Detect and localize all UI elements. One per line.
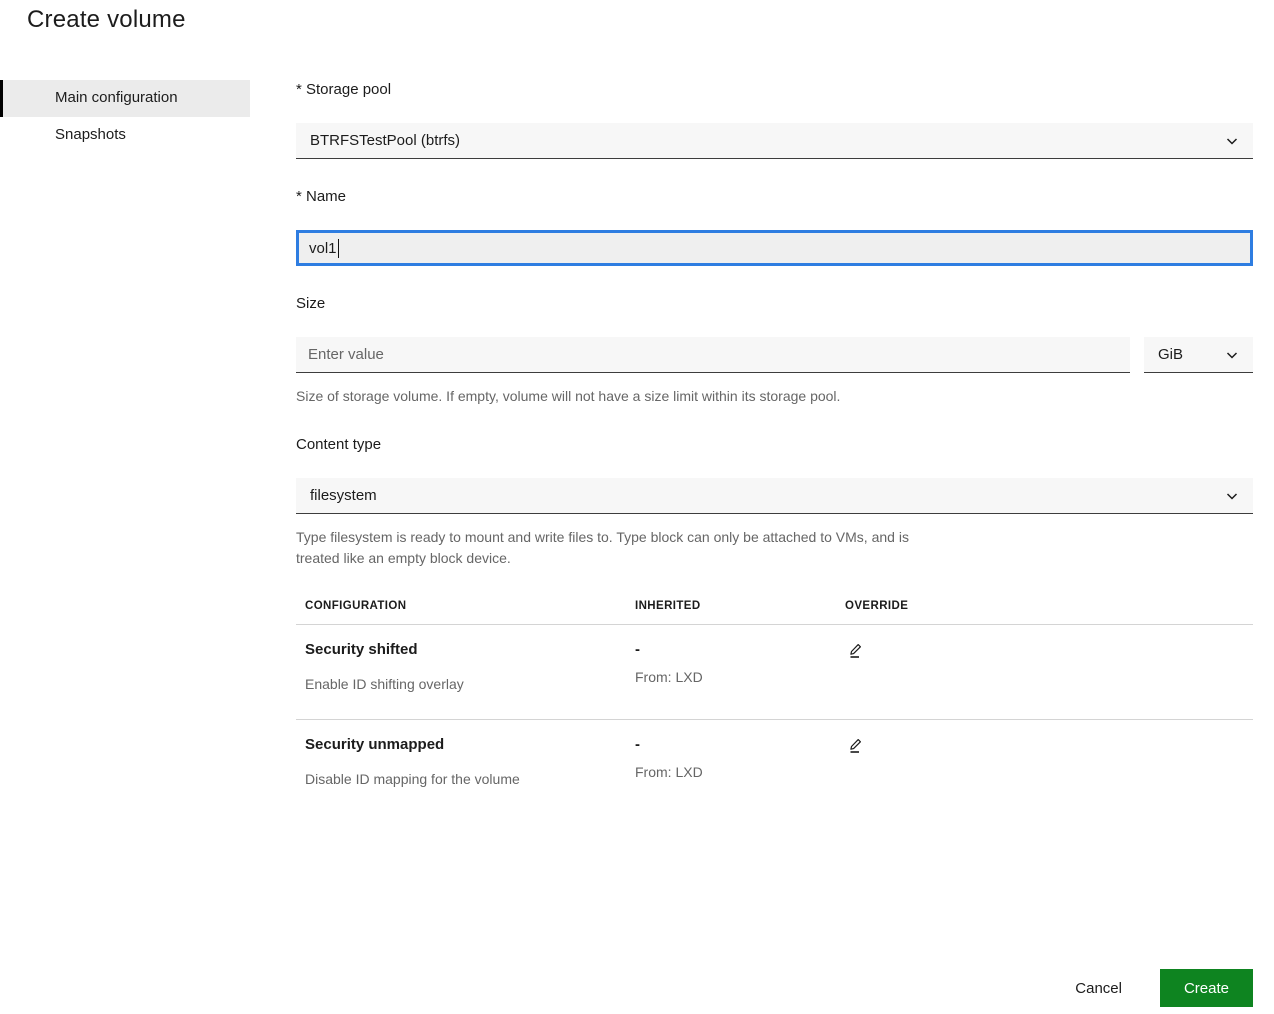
column-header-override: OVERRIDE (836, 600, 1253, 624)
override-edit-button[interactable] (845, 735, 866, 756)
sidebar-item-label: Snapshots (55, 126, 126, 143)
config-name: Security shifted (305, 640, 626, 660)
content-type-label: Content type (296, 435, 1253, 455)
edit-pencil-icon (847, 647, 864, 662)
column-header-inherited: INHERITED (626, 600, 836, 624)
inherited-source: From: LXD (635, 763, 836, 781)
chevron-down-icon (1225, 489, 1239, 503)
size-field: Size GiB Size of storage volume. If empt… (296, 294, 1253, 407)
cancel-button[interactable]: Cancel (1075, 972, 1122, 1005)
chevron-down-icon (1225, 134, 1239, 148)
config-description: Enable ID shifting overlay (305, 675, 626, 693)
content-type-selected-value: filesystem (310, 487, 1225, 504)
content-type-field: Content type filesystem Type filesystem … (296, 435, 1253, 569)
form-footer-actions: Cancel Create (1075, 969, 1253, 1007)
size-unit-selected-value: GiB (1158, 346, 1225, 363)
size-help-text: Size of storage volume. If empty, volume… (296, 386, 1253, 407)
table-row: Security unmapped Disable ID mapping for… (296, 720, 1253, 814)
size-input[interactable] (296, 337, 1130, 373)
name-input-value: vol1 (309, 240, 337, 257)
size-unit-select[interactable]: GiB (1144, 337, 1253, 373)
configuration-table: CONFIGURATION INHERITED OVERRIDE Securit… (296, 600, 1253, 814)
content-type-help-text: Type filesystem is ready to mount and wr… (296, 527, 921, 569)
inherited-value: - (635, 640, 836, 660)
form-nav-sidebar: Main configuration Snapshots (0, 80, 250, 154)
config-name: Security unmapped (305, 735, 626, 755)
name-label: * Name (296, 187, 1253, 207)
size-label: Size (296, 294, 1253, 314)
table-header-row: CONFIGURATION INHERITED OVERRIDE (296, 600, 1253, 625)
column-header-configuration: CONFIGURATION (296, 600, 626, 624)
storage-pool-label: * Storage pool (296, 80, 1253, 100)
page-title: Create volume (27, 6, 186, 34)
sidebar-item-label: Main configuration (55, 89, 178, 106)
name-input[interactable]: vol1 (296, 230, 1253, 266)
inherited-source: From: LXD (635, 668, 836, 686)
override-edit-button[interactable] (845, 640, 866, 661)
name-field: * Name vol1 (296, 187, 1253, 266)
create-button[interactable]: Create (1160, 969, 1253, 1007)
content-type-select[interactable]: filesystem (296, 478, 1253, 514)
sidebar-item-main-configuration[interactable]: Main configuration (0, 80, 250, 117)
storage-pool-field: * Storage pool BTRFSTestPool (btrfs) (296, 80, 1253, 159)
chevron-down-icon (1225, 348, 1239, 362)
storage-pool-selected-value: BTRFSTestPool (btrfs) (310, 132, 1225, 149)
inherited-value: - (635, 735, 836, 755)
main-configuration-form: * Storage pool BTRFSTestPool (btrfs) * N… (296, 80, 1253, 814)
table-row: Security shifted Enable ID shifting over… (296, 625, 1253, 720)
edit-pencil-icon (847, 742, 864, 757)
storage-pool-select[interactable]: BTRFSTestPool (btrfs) (296, 123, 1253, 159)
text-cursor (338, 239, 339, 258)
config-description: Disable ID mapping for the volume (305, 770, 626, 788)
sidebar-item-snapshots[interactable]: Snapshots (0, 117, 250, 154)
